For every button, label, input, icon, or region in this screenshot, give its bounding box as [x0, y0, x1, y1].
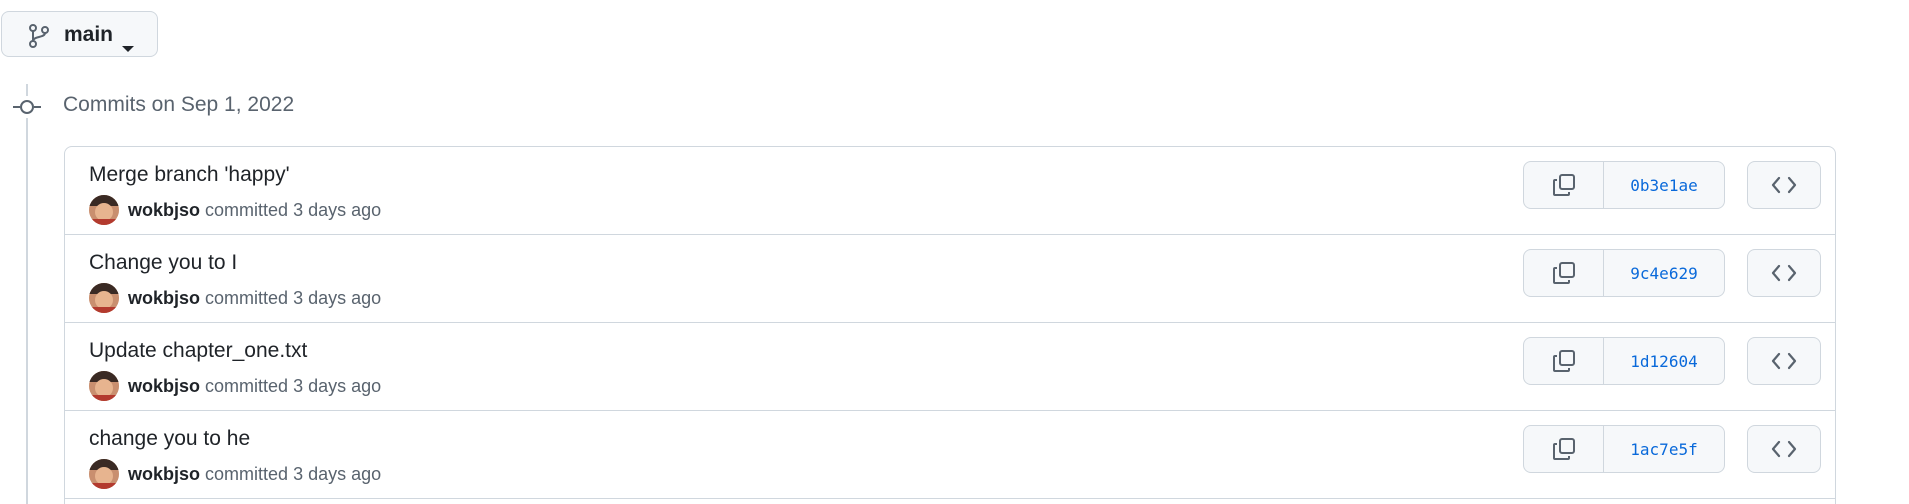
- commit-row: Change you to I wokbjso committed 3 days…: [65, 235, 1835, 323]
- sha-button-group: 9c4e629: [1523, 249, 1725, 297]
- commit-meta: wokbjso committed 3 days ago: [128, 200, 381, 221]
- git-commit-icon: [12, 96, 42, 118]
- commit-title-link[interactable]: Merge branch 'happy': [89, 163, 290, 187]
- commit-list: Merge branch 'happy' wokbjso committed 3…: [64, 146, 1836, 504]
- commit-action: committed: [205, 288, 289, 308]
- author-avatar[interactable]: [89, 371, 119, 401]
- commit-sha-link[interactable]: 1ac7e5f: [1604, 426, 1724, 472]
- code-icon: [1771, 440, 1797, 458]
- branch-name: main: [64, 23, 114, 46]
- triangle-down-icon: [122, 46, 134, 52]
- commit-group-title: Commits on Sep 1, 2022: [63, 93, 295, 116]
- code-icon: [1771, 176, 1797, 194]
- timeline-line: [26, 84, 28, 504]
- browse-repo-button[interactable]: [1747, 337, 1821, 385]
- commit-meta: wokbjso committed 3 days ago: [128, 288, 381, 309]
- git-branch-icon: [29, 24, 49, 48]
- commit-history-page: main Commits on Sep 1, 2022 Merge branch…: [0, 0, 1909, 504]
- commit-title-link[interactable]: Update chapter_one.txt: [89, 339, 307, 363]
- commit-row: Merge branch 'happy' wokbjso committed 3…: [65, 147, 1835, 235]
- copy-sha-button[interactable]: [1524, 250, 1604, 296]
- code-icon: [1771, 352, 1797, 370]
- author-link[interactable]: wokbjso: [128, 464, 200, 484]
- author-link[interactable]: wokbjso: [128, 376, 200, 396]
- commit-row: Update chapter_one.txt wokbjso committed…: [65, 323, 1835, 411]
- commit-action: committed: [205, 200, 289, 220]
- author-avatar[interactable]: [89, 459, 119, 489]
- commit-meta: wokbjso committed 3 days ago: [128, 464, 381, 485]
- commit-row: change you to he wokbjso committed 3 day…: [65, 411, 1835, 499]
- copy-icon: [1552, 262, 1575, 284]
- author-avatar[interactable]: [89, 195, 119, 225]
- commit-time: 3 days ago: [293, 200, 382, 220]
- copy-icon: [1552, 438, 1575, 460]
- commit-sha-link[interactable]: 1d12604: [1604, 338, 1724, 384]
- copy-icon: [1552, 174, 1575, 196]
- sha-button-group: 0b3e1ae: [1523, 161, 1725, 209]
- commit-time: 3 days ago: [293, 288, 382, 308]
- commit-title-link[interactable]: Change you to I: [89, 251, 237, 275]
- copy-sha-button[interactable]: [1524, 426, 1604, 472]
- browse-repo-button[interactable]: [1747, 249, 1821, 297]
- copy-sha-button[interactable]: [1524, 162, 1604, 208]
- commit-title-link[interactable]: change you to he: [89, 427, 250, 451]
- commit-sha-link[interactable]: 9c4e629: [1604, 250, 1724, 296]
- copy-sha-button[interactable]: [1524, 338, 1604, 384]
- commit-action: committed: [205, 376, 289, 396]
- commit-time: 3 days ago: [293, 376, 382, 396]
- commit-time: 3 days ago: [293, 464, 382, 484]
- browse-repo-button[interactable]: [1747, 425, 1821, 473]
- copy-icon: [1552, 350, 1575, 372]
- code-icon: [1771, 264, 1797, 282]
- author-link[interactable]: wokbjso: [128, 200, 200, 220]
- branch-selector-button[interactable]: main: [1, 11, 158, 57]
- sha-button-group: 1d12604: [1523, 337, 1725, 385]
- commit-meta: wokbjso committed 3 days ago: [128, 376, 381, 397]
- author-avatar[interactable]: [89, 283, 119, 313]
- author-link[interactable]: wokbjso: [128, 288, 200, 308]
- commit-action: committed: [205, 464, 289, 484]
- commit-sha-link[interactable]: 0b3e1ae: [1604, 162, 1724, 208]
- sha-button-group: 1ac7e5f: [1523, 425, 1725, 473]
- browse-repo-button[interactable]: [1747, 161, 1821, 209]
